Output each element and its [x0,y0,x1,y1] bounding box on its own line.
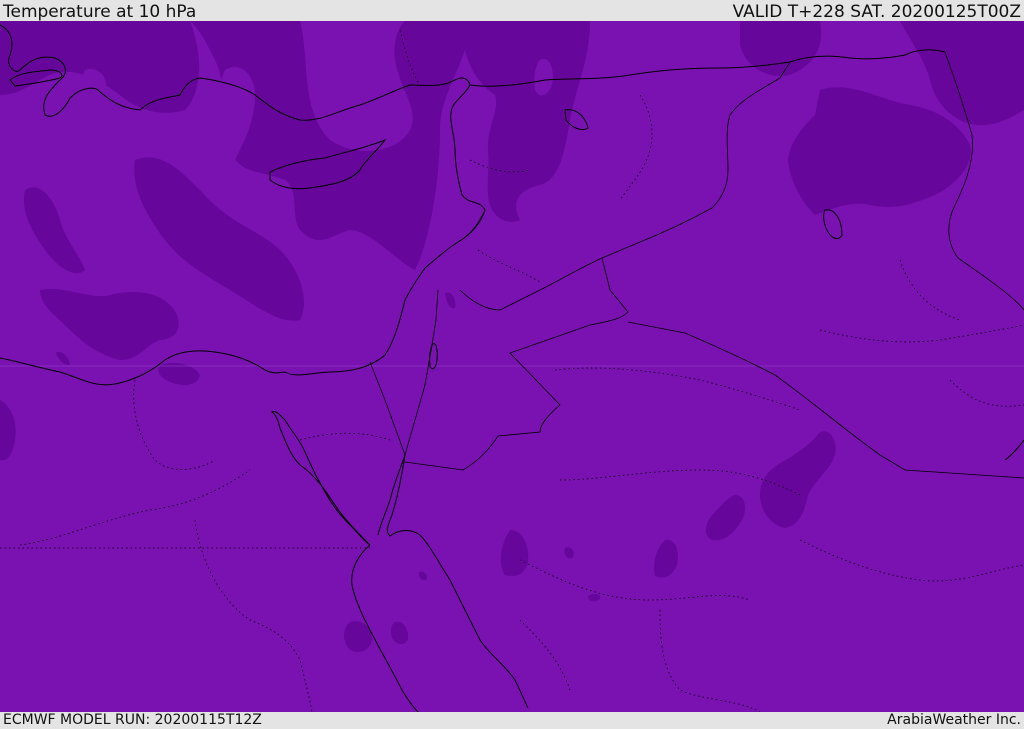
credit-label: ArabiaWeather Inc. [887,712,1021,728]
map-title: Temperature at 10 hPa [3,2,197,22]
header-bar: Temperature at 10 hPa VALID T+228 SAT. 2… [0,0,1024,21]
map-svg [0,21,1024,712]
weather-map-frame: Temperature at 10 hPa VALID T+228 SAT. 2… [0,0,1024,729]
map-canvas [0,21,1024,712]
model-run-label: ECMWF MODEL RUN: 20200115T12Z [3,712,262,728]
footer-bar: ECMWF MODEL RUN: 20200115T12Z ArabiaWeat… [0,712,1024,729]
valid-time-label: VALID T+228 SAT. 20200125T00Z [732,2,1021,22]
